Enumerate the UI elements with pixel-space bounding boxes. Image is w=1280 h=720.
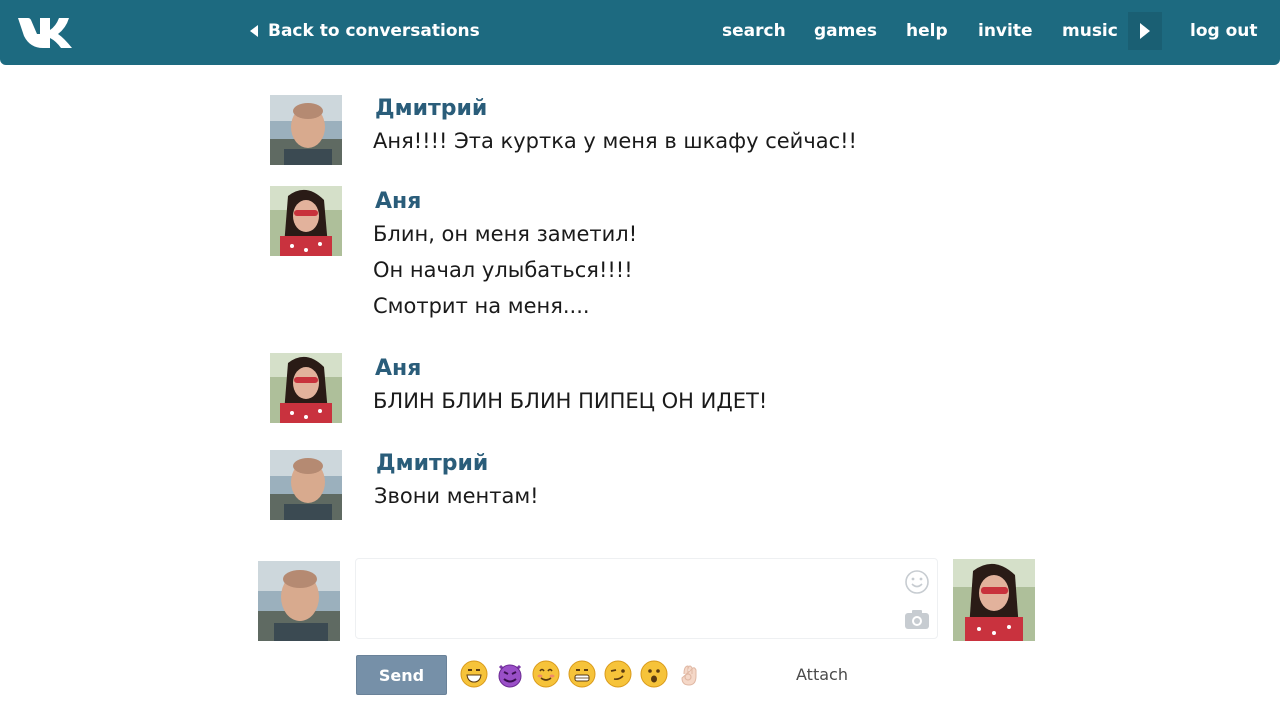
play-arrow-icon (1140, 23, 1150, 39)
nav-help[interactable]: help (906, 19, 948, 43)
message-text: БЛИН БЛИН БЛИН ПИПЕЦ ОН ИДЕТ! (373, 389, 768, 413)
surprised-face-icon[interactable] (640, 660, 668, 688)
message-author[interactable]: Дмитрий (376, 450, 488, 478)
nav-more-button[interactable] (1128, 12, 1162, 50)
logout-link[interactable]: log out (1190, 19, 1258, 43)
anya-avatar[interactable] (270, 353, 342, 423)
grinning-face-icon[interactable] (568, 660, 596, 688)
ok-hand-icon[interactable] (676, 660, 704, 688)
send-button[interactable]: Send (356, 655, 447, 695)
camera-icon[interactable] (904, 608, 930, 630)
anya-avatar[interactable] (270, 186, 342, 256)
vk-logo-icon[interactable] (16, 14, 74, 50)
winking-face-icon[interactable] (604, 660, 632, 688)
message-author[interactable]: Аня (375, 355, 421, 383)
smile-icon[interactable] (904, 569, 930, 595)
peer-avatar[interactable] (953, 559, 1035, 641)
nav-music[interactable]: music (1062, 19, 1118, 43)
message-text: Он начал улыбаться!!!! (373, 258, 633, 282)
message-text: Звони ментам! (374, 484, 539, 508)
my-avatar[interactable] (258, 561, 340, 641)
message-text: Аня!!!! Эта куртка у меня в шкафу сейчас… (373, 129, 857, 153)
back-arrow-icon (250, 25, 258, 37)
message-author[interactable]: Аня (375, 188, 421, 216)
message-author[interactable]: Дмитрий (375, 95, 487, 123)
attach-link[interactable]: Attach (796, 665, 848, 684)
nav-search[interactable]: search (722, 19, 786, 43)
top-bar: Back to conversations search games help … (0, 0, 1280, 65)
smiling-face-icon[interactable] (532, 660, 560, 688)
nav-games[interactable]: games (814, 19, 877, 43)
back-label: Back to conversations (268, 21, 480, 41)
message-input[interactable] (356, 559, 896, 638)
dmitry-avatar[interactable] (270, 95, 342, 165)
dmitry-avatar[interactable] (270, 450, 342, 520)
message-text: Смотрит на меня.... (373, 294, 590, 318)
message-input-box (355, 558, 938, 639)
message-text: Блин, он меня заметил! (373, 222, 638, 246)
nav-invite[interactable]: invite (978, 19, 1033, 43)
smiling-imp-icon[interactable] (496, 660, 524, 688)
back-to-conversations-link[interactable]: Back to conversations (250, 19, 480, 43)
grinning-face-icon[interactable] (460, 660, 488, 688)
